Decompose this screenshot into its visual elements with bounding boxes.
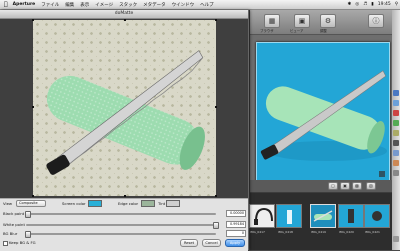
browser-button[interactable]: ▦ — [264, 14, 280, 28]
thumbnail[interactable] — [249, 204, 275, 228]
keep-bg-fg-checkbox[interactable] — [3, 241, 8, 246]
wifi-icon[interactable]: ◎ — [355, 2, 359, 7]
crop-handle[interactable] — [215, 106, 217, 108]
view-popup[interactable]: Composite — [16, 200, 46, 207]
menu-help[interactable]: ヘルプ — [200, 2, 214, 8]
roller-saw-photo — [257, 43, 389, 183]
black-point-field[interactable]: 0.00000 — [226, 210, 246, 217]
dialog-titlebar: doMatte — [0, 10, 248, 19]
crop-handle[interactable] — [32, 195, 34, 197]
thumbnail[interactable] — [364, 204, 390, 228]
menu-stack[interactable]: スタック — [119, 2, 137, 8]
bg-blur-field[interactable]: 0 — [226, 230, 246, 237]
matte-preview — [46, 50, 205, 175]
dock-aperture-icon[interactable] — [393, 140, 399, 146]
apple-menu-icon[interactable]:  — [4, 1, 8, 8]
white-point-knob[interactable] — [213, 222, 219, 229]
inspector-button[interactable]: ⓘ — [368, 14, 384, 28]
dock-app-icon[interactable] — [393, 160, 399, 166]
toolbar-label: ビューア — [290, 29, 304, 33]
dock-finder-icon[interactable] — [393, 90, 399, 96]
white-point-slider[interactable] — [26, 224, 216, 226]
screen-color-label: Screen color — [62, 201, 86, 206]
menu-bar:  Aperture ファイル 編集 表示 イメージ スタック メタデータ ウイ… — [0, 0, 400, 10]
viewer-button[interactable]: ▣ — [294, 14, 310, 28]
keep-bg-fg-label: Keep BG & FG — [9, 240, 36, 245]
battery-icon[interactable]: ▮ — [371, 2, 373, 7]
dock-app-icon[interactable] — [393, 170, 399, 176]
bg-blur-slider[interactable] — [26, 233, 216, 235]
black-point-slider[interactable] — [26, 213, 216, 215]
main-photo-blue[interactable] — [256, 42, 390, 184]
toolbar-label: ブラウザ — [260, 29, 274, 33]
thumbnail-label: IMG_0417 — [250, 230, 265, 234]
dock-app-icon[interactable] — [393, 120, 399, 126]
figure-thumb — [348, 209, 354, 223]
view-label: View — [3, 201, 13, 206]
thumbnail-label: IMG_0421 — [365, 230, 380, 234]
menu-metadata[interactable]: メタデータ — [143, 2, 166, 8]
volume-icon[interactable]: ♬ — [363, 2, 367, 7]
menu-file[interactable]: ファイル — [41, 2, 59, 8]
crop-handle[interactable] — [215, 195, 217, 197]
menu-app-name[interactable]: Aperture — [13, 2, 36, 7]
tint-color-swatch[interactable] — [166, 200, 180, 207]
thumbnail-label: IMG_0418 — [278, 230, 293, 234]
viewer-controls: ▢ ▣ ▩ ▧ — [250, 180, 392, 192]
view-value: Composite — [19, 201, 38, 205]
dock-app-icon[interactable] — [393, 150, 399, 156]
white-point-field[interactable]: 0.99184 — [226, 221, 246, 228]
thumbnail-selected[interactable] — [310, 204, 336, 228]
thumbnail[interactable] — [338, 204, 364, 228]
view-mode-3-icon[interactable]: ▩ — [352, 182, 362, 190]
fullscreen-icon[interactable]: ▧ — [366, 182, 376, 190]
menu-window[interactable]: ウインドウ — [172, 2, 195, 8]
white-point-label: White point — [3, 222, 25, 227]
black-point-knob[interactable] — [25, 211, 31, 218]
crop-handle[interactable] — [124, 19, 126, 21]
crop-handle[interactable] — [215, 19, 217, 21]
screen-color-swatch[interactable] — [88, 200, 102, 207]
edge-color-label: Edge color — [118, 201, 139, 206]
menu-view[interactable]: 表示 — [80, 2, 89, 8]
reset-button[interactable]: Reset — [180, 239, 198, 247]
roller-thumb — [313, 210, 333, 222]
thumbnail-label: IMG_0420 — [339, 230, 354, 234]
preview-photo[interactable] — [33, 20, 216, 196]
aperture-toolbar: ▦ ▣ ⚙ ⓘ ブラウザ ビューア 調整 — [250, 10, 392, 35]
dock-calendar-icon[interactable] — [393, 110, 399, 116]
dialog-title: doMatte — [114, 11, 134, 16]
edge-color-swatch[interactable] — [141, 200, 155, 207]
headphones-thumb — [254, 207, 273, 225]
dock-app-icon[interactable] — [393, 130, 399, 136]
menu-extras: ✱ ◎ ♬ ▮ 19:45 ⚲ — [343, 0, 398, 9]
apply-button[interactable]: Apply — [225, 239, 245, 247]
bluetooth-icon[interactable]: ✱ — [347, 2, 351, 7]
cancel-button[interactable]: Cancel — [202, 239, 221, 247]
black-point-label: Black point — [3, 211, 25, 216]
toolbar-label: 調整 — [320, 29, 327, 33]
tint-label: Tint — [158, 201, 166, 206]
bg-blur-label: BG Blur — [3, 231, 18, 236]
crop-handle[interactable] — [32, 19, 34, 21]
thumbnail-label: IMG_0419 — [311, 230, 326, 234]
view-mode-2-icon[interactable]: ▣ — [340, 182, 350, 190]
thumbnail[interactable] — [276, 204, 302, 228]
dock-mail-icon[interactable] — [393, 100, 399, 106]
crop-handle[interactable] — [124, 195, 126, 197]
menu-clock[interactable]: 19:45 — [378, 2, 391, 7]
bg-blur-knob[interactable] — [25, 231, 31, 238]
dock-trash-icon[interactable] — [393, 236, 399, 242]
bottle-thumb — [287, 210, 292, 224]
adjust-button[interactable]: ⚙ — [320, 14, 336, 28]
menu-image[interactable]: イメージ — [95, 2, 113, 8]
crop-handle[interactable] — [32, 106, 34, 108]
spotlight-icon[interactable]: ⚲ — [395, 2, 398, 7]
object-thumb — [372, 211, 382, 221]
menu-edit[interactable]: 編集 — [65, 2, 74, 8]
view-mode-1-icon[interactable]: ▢ — [328, 182, 338, 190]
